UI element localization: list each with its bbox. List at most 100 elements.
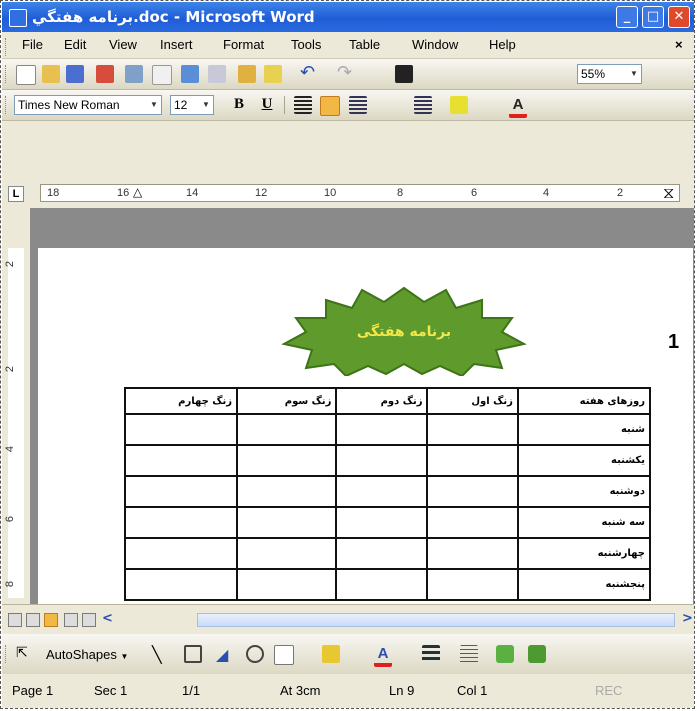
highlight-icon[interactable] [450,96,468,114]
save-icon[interactable] [66,65,84,83]
bullets-icon[interactable] [414,96,432,114]
research-icon[interactable] [208,65,226,83]
menu-file[interactable]: File [22,37,43,52]
table-cell[interactable] [335,475,429,508]
toolbar-grip[interactable] [5,65,9,83]
table-header-cell[interactable]: زنگ اول [426,387,519,415]
table-cell[interactable] [236,506,338,539]
table-cell[interactable] [123,568,239,601]
underline-button[interactable]: U [258,96,276,114]
minimize-button[interactable]: _ [616,6,638,28]
day-cell[interactable]: یکشنبه [516,444,652,477]
table-cell[interactable] [426,444,519,477]
maximize-button[interactable]: □ [642,6,664,28]
font-name-select[interactable]: Times New Roman ▼ [14,95,162,115]
textbox-icon[interactable] [274,645,294,665]
table-cell[interactable] [335,537,429,570]
table-cell[interactable] [335,444,429,477]
line-icon[interactable]: ╲ [152,645,170,664]
table-cell[interactable] [426,537,519,570]
table-cell[interactable] [123,444,239,477]
table-cell[interactable] [236,444,338,477]
table-cell[interactable] [426,413,519,446]
table-cell[interactable] [236,475,338,508]
close-button[interactable]: ✕ [668,6,690,28]
zoom-select[interactable]: 55% ▼ [577,64,642,84]
close-document-button[interactable]: × [675,37,683,52]
paste-icon[interactable] [238,65,256,83]
right-indent-marker-icon[interactable]: ⧖ [663,183,674,203]
day-cell[interactable]: دوشنبه [516,475,652,508]
print-icon[interactable] [125,65,143,83]
rectangle-icon[interactable] [184,645,202,663]
table-cell[interactable] [236,537,338,570]
menu-format[interactable]: Format [223,37,264,52]
toolbar-grip[interactable] [5,96,9,114]
shadow-style-icon[interactable] [496,645,514,663]
table-cell[interactable] [123,475,239,508]
oval-icon[interactable] [246,645,264,663]
table-cell[interactable] [236,413,338,446]
scroll-right-icon[interactable]: > [682,611,693,626]
horizontal-ruler[interactable]: L 18 16 14 12 10 8 6 4 2 △ ⧖ [2,178,694,209]
table-header-cell[interactable]: زنگ سوم [236,387,338,415]
print-layout-view-icon[interactable] [44,613,58,627]
web-layout-view-icon[interactable] [26,613,40,627]
table-cell[interactable] [123,506,239,539]
format-painter-icon[interactable] [264,65,282,83]
undo-icon[interactable]: ↶ [300,64,318,83]
toolbar-grip[interactable] [5,645,9,663]
font-size-select[interactable]: 12 ▼ [170,95,214,115]
table-cell[interactable] [123,537,239,570]
schedule-table[interactable]: روزهای هفته زنگ اول زنگ دوم زنگ سوم زنگ … [123,387,652,601]
table-cell[interactable] [123,413,239,446]
normal-view-icon[interactable] [8,613,22,627]
align-right-icon[interactable] [320,96,340,116]
menu-table[interactable]: Table [349,37,380,52]
reading-layout-view-icon[interactable] [82,613,96,627]
line-style-icon[interactable] [422,645,440,663]
menubar-grip[interactable] [5,38,9,56]
fill-color-icon[interactable] [322,645,340,663]
3d-style-icon[interactable] [528,645,546,663]
menu-insert[interactable]: Insert [160,37,193,52]
autoshapes-menu[interactable]: AutoShapes ▼ [46,647,128,662]
status-rec[interactable]: REC [595,683,622,698]
print-preview-icon[interactable] [152,65,172,85]
word-app-icon[interactable] [9,9,27,27]
horizontal-scrollbar[interactable] [197,613,675,627]
table-cell[interactable] [335,413,429,446]
line-spacing-icon[interactable] [349,96,367,114]
menu-window[interactable]: Window [412,37,458,52]
wordart-banner[interactable]: برنامه هفتگی [274,284,534,376]
bold-button[interactable]: B [230,96,248,114]
table-header-cell[interactable]: روزهای هفته [516,387,652,415]
menu-help[interactable]: Help [489,37,516,52]
tab-selector-button[interactable]: L [8,186,24,202]
scroll-left-icon[interactable]: < [102,611,113,626]
menu-view[interactable]: View [109,37,137,52]
open-folder-icon[interactable] [42,65,60,83]
table-header-cell[interactable]: زنگ دوم [335,387,429,415]
table-cell[interactable] [335,568,429,601]
day-cell[interactable]: پنجشنبه [516,568,652,601]
table-header-cell[interactable]: زنگ چهارم [123,387,239,415]
spelling-icon[interactable] [181,65,199,83]
day-cell[interactable]: شنبه [516,413,652,446]
table-cell[interactable] [426,506,519,539]
menu-edit[interactable]: Edit [64,37,86,52]
drawing-font-color-button[interactable]: A [374,645,392,667]
table-cell[interactable] [426,475,519,508]
day-cell[interactable]: سه شنبه [516,506,652,539]
select-objects-icon[interactable]: ⇱ [16,645,34,663]
indent-marker-icon[interactable]: △ [133,185,142,199]
table-cell[interactable] [236,568,338,601]
arrow-icon[interactable]: ◢ [216,645,234,664]
outline-view-icon[interactable] [64,613,78,627]
permission-icon[interactable] [96,65,114,83]
day-cell[interactable]: چهارشنبه [516,537,652,570]
redo-icon[interactable]: ↷ [337,64,355,83]
new-document-icon[interactable] [16,65,36,85]
font-color-button[interactable]: A [509,96,527,118]
columns-icon[interactable] [395,65,413,83]
